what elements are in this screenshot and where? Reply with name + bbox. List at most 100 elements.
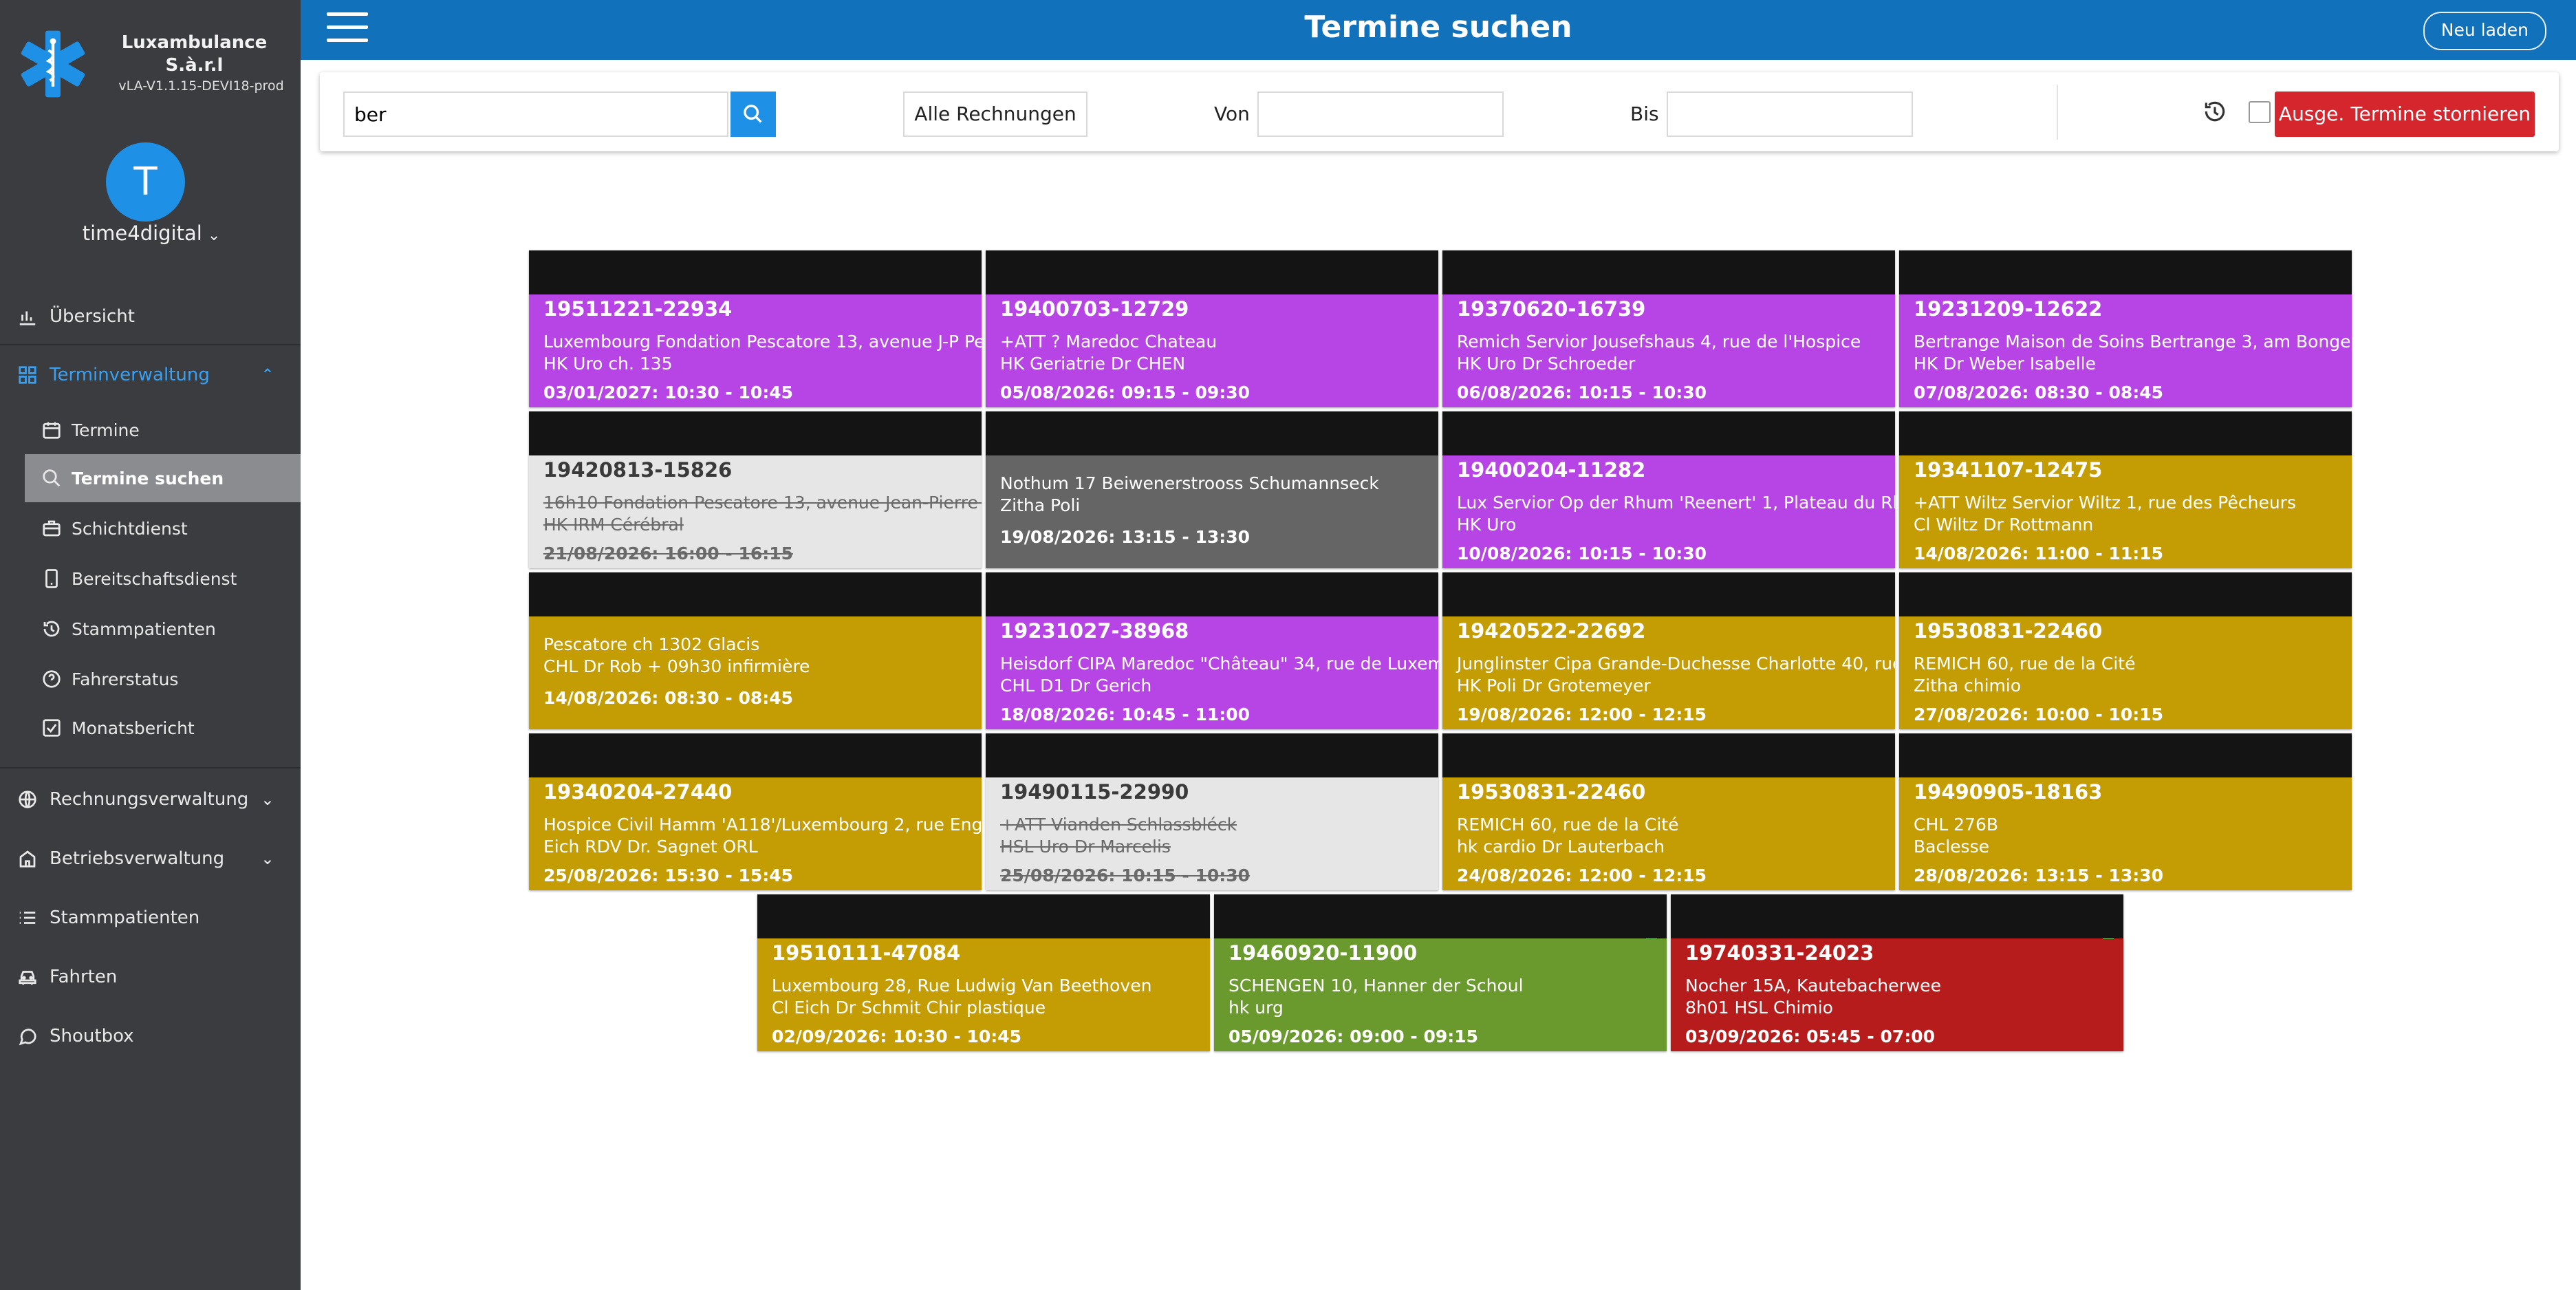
pickup-address: Luxembourg Fondation Pescatore 13, avenu… — [543, 332, 982, 352]
destination-info: CHL Dr Rob + 09h30 infirmière — [543, 656, 810, 676]
destination-info: Zitha Poli — [1000, 495, 1081, 515]
nav-operations-management[interactable]: Betriebsverwaltung ⌄ — [0, 838, 301, 879]
nav-label: Fahrten — [50, 967, 118, 987]
appointment-card[interactable]: 19231209-12622 Bertrange Maison de Soins … — [1899, 250, 2352, 407]
patient-id: 19341107-12475 — [1914, 458, 2103, 482]
briefcase-icon — [40, 517, 63, 540]
patient-id: 19420813-15826 — [543, 458, 733, 482]
card-header-bar — [1442, 411, 1895, 455]
appointment-card[interactable]: 19400204-11282 Lux Servior Op der Rhum 'R… — [1442, 411, 1895, 568]
appointment-card[interactable]: 19420813-15826 16h10 Fondation Pescatore … — [529, 411, 982, 568]
nav-shoutbox[interactable]: Shoutbox — [0, 1015, 301, 1057]
card-body: 19460920-11900 SCHENGEN 10, Hanner der Sc… — [1214, 938, 1667, 1051]
divider — [2057, 85, 2058, 140]
nav-label: Fahrerstatus — [72, 669, 179, 689]
nav-shift-service[interactable]: Schichtdienst — [25, 504, 301, 552]
nav-appointments[interactable]: Termine — [25, 406, 301, 454]
card-header-bar — [529, 733, 982, 777]
select-all-checkbox[interactable] — [2249, 101, 2271, 123]
status-indicator — [2103, 938, 2114, 939]
nav-invoice-management[interactable]: Rechnungsverwaltung ⌄ — [0, 779, 301, 820]
appointment-card[interactable]: 19400703-12729 +ATT ? Maredoc Chateau HK G… — [986, 250, 1438, 407]
nav-label: Stammpatienten — [50, 907, 200, 928]
from-date-input[interactable] — [1257, 92, 1504, 137]
card-header-bar — [1442, 572, 1895, 616]
nav-appointment-management[interactable]: Terminverwaltung ⌃ — [0, 354, 301, 396]
search-input[interactable] — [343, 92, 728, 137]
divider — [0, 344, 301, 345]
destination-info: Cl Eich Dr Schmit Chir plastique — [772, 998, 1046, 1018]
username-label: time4digital — [82, 222, 202, 245]
card-header-bar — [1442, 733, 1895, 777]
appointment-card[interactable]: 19511221-22934 Luxembourg Fondation Pesca… — [529, 250, 982, 407]
patient-id: 19340204-27440 — [543, 780, 733, 804]
pickup-address: SCHENGEN 10, Hanner der Schoul — [1229, 976, 1524, 996]
card-header-bar — [986, 733, 1438, 777]
appointment-card[interactable]: 19460920-11900 SCHENGEN 10, Hanner der Sc… — [1214, 894, 1667, 1051]
history-icon[interactable] — [2202, 98, 2228, 125]
nav-trips[interactable]: Fahrten — [0, 956, 301, 998]
card-header-bar — [1899, 250, 2352, 294]
to-date-input[interactable] — [1667, 92, 1913, 137]
card-body: 19740331-24023 Nocher 15A, Kautebacherwee… — [1671, 938, 2123, 1051]
nav-regular-patients-sub[interactable]: Stammpatienten — [25, 605, 301, 653]
card-body: 19231209-12622 Bertrange Maison de Soins … — [1899, 294, 2352, 407]
nav-standby-service[interactable]: Bereitschaftsdienst — [25, 555, 301, 603]
appointment-card[interactable]: Pescatore ch 1302 Glacis CHL Dr Rob + 09h… — [529, 572, 982, 729]
user-menu[interactable]: time4digital ⌄ — [76, 222, 227, 245]
appointment-card[interactable]: 19420522-22692 Junglinster Cipa Grande-Du… — [1442, 572, 1895, 729]
card-body: 19510111-47084 Luxembourg 28, Rue Ludwig … — [757, 938, 1210, 1051]
destination-info: Zitha chimio — [1914, 676, 2022, 696]
to-label: Bis — [1630, 103, 1659, 125]
phone-icon — [40, 567, 63, 590]
patient-id: 19231209-12622 — [1914, 297, 2103, 321]
search-button[interactable] — [730, 92, 776, 137]
building-icon — [15, 846, 40, 871]
appointment-card[interactable]: Nothum 17 Beiwenerstrooss Schumannseck Zi… — [986, 411, 1438, 568]
pickup-address: Junglinster Cipa Grande-Duchesse Charlot… — [1457, 654, 1895, 674]
destination-info: HK Uro ch. 135 — [543, 354, 673, 374]
appointment-card[interactable]: 19530831-22460 REMICH 60, rue de la Cité Z… — [1899, 572, 2352, 729]
pickup-address: Nothum 17 Beiwenerstrooss Schumannseck — [1000, 473, 1379, 493]
appointment-card[interactable]: 19490115-22990 +ATT Vianden Schlassbléck H… — [986, 733, 1438, 890]
appointment-card[interactable]: 19340204-27440 Hospice Civil Hamm 'A118'/… — [529, 733, 982, 890]
appointment-datetime: 03/09/2026: 05:45 - 07:00 — [1685, 1026, 1936, 1046]
destination-info: hk cardio Dr Lauterbach — [1457, 837, 1665, 857]
appointment-card[interactable]: 19530831-22460 REMICH 60, rue de la Cité h… — [1442, 733, 1895, 890]
search-icon — [744, 105, 762, 123]
nav-label: Shoutbox — [50, 1026, 134, 1046]
appointment-card[interactable]: 19490905-18163 CHL 276B Baclesse 28/08/2026… — [1899, 733, 2352, 890]
card-header-bar — [1899, 411, 2352, 455]
page-title: Termine suchen — [1304, 10, 1572, 45]
appointment-datetime: 03/01/2027: 10:30 - 10:45 — [543, 383, 794, 402]
pickup-address: Heisdorf CIPA Maredoc "Château" 34, rue … — [1000, 654, 1438, 674]
top-bar: Termine suchen Neu laden — [301, 0, 2576, 60]
appointment-card[interactable]: 19341107-12475 +ATT Wiltz Servior Wiltz 1… — [1899, 411, 2352, 568]
patient-id: 19490115-22990 — [1000, 780, 1189, 804]
nav-overview[interactable]: Übersicht — [0, 296, 301, 337]
status-indicator — [1646, 938, 1657, 939]
nav-label: Übersicht — [50, 306, 135, 327]
card-header-bar — [1899, 572, 2352, 616]
appointment-datetime: 24/08/2026: 12:00 - 12:15 — [1457, 866, 1707, 885]
appointment-card[interactable]: 19740331-24023 Nocher 15A, Kautebacherwee… — [1671, 894, 2123, 1051]
nav-regular-patients[interactable]: Stammpatienten — [0, 897, 301, 938]
appointment-datetime: 10/08/2026: 10:15 - 10:30 — [1457, 544, 1707, 563]
nav-search-appointments[interactable]: Termine suchen — [25, 454, 301, 502]
cancel-expired-appointments-button[interactable]: Ausge. Termine stornieren — [2275, 92, 2535, 137]
avatar[interactable]: T — [106, 142, 185, 222]
nav-monthly-report[interactable]: Monatsbericht — [25, 704, 301, 752]
card-header-bar — [1671, 894, 2123, 938]
card-body: 19341107-12475 +ATT Wiltz Servior Wiltz 1… — [1899, 455, 2352, 568]
card-body: 19420522-22692 Junglinster Cipa Grande-Du… — [1442, 616, 1895, 729]
reload-button[interactable]: Neu laden — [2423, 12, 2546, 50]
nav-driver-status[interactable]: Fahrerstatus — [25, 655, 301, 703]
appointment-datetime: 25/08/2026: 15:30 - 15:45 — [543, 866, 794, 885]
appointment-card[interactable]: 19510111-47084 Luxembourg 28, Rue Ludwig … — [757, 894, 1210, 1051]
card-header-bar — [529, 411, 982, 455]
nav-label: Betriebsverwaltung — [50, 848, 225, 869]
card-header-bar — [757, 894, 1210, 938]
invoice-filter-select[interactable]: Alle Rechnungen — [903, 92, 1087, 137]
appointment-card[interactable]: 19370620-16739 Remich Servior Jousefshaus… — [1442, 250, 1895, 407]
appointment-card[interactable]: 19231027-38968 Heisdorf CIPA Maredoc "Châ… — [986, 572, 1438, 729]
